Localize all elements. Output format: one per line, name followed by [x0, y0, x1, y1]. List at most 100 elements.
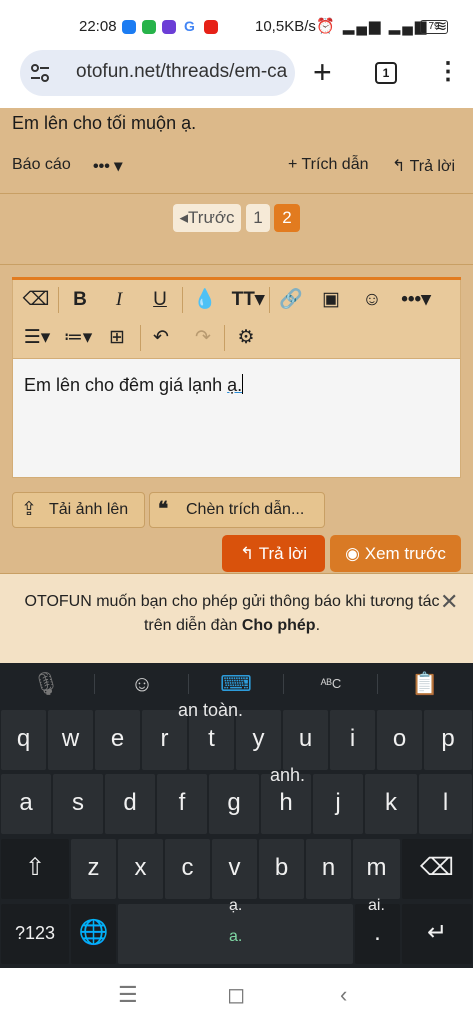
- undo-icon[interactable]: ↶: [148, 325, 174, 351]
- messenger-icon: [122, 20, 136, 34]
- tab-switcher-button[interactable]: 1: [375, 62, 397, 84]
- eraser-icon[interactable]: ⌫: [22, 287, 50, 313]
- key-d[interactable]: d: [105, 774, 155, 834]
- key-f[interactable]: f: [157, 774, 207, 834]
- recent-apps-icon[interactable]: ☰: [118, 982, 138, 1008]
- key-n[interactable]: n: [306, 839, 351, 899]
- allow-notifications-link[interactable]: Cho phép: [242, 617, 316, 634]
- shift-icon: ⇧: [24, 854, 46, 881]
- text-color-icon[interactable]: 💧: [192, 287, 218, 313]
- key-s[interactable]: s: [53, 774, 103, 834]
- youtube-icon: [204, 20, 218, 34]
- shift-key[interactable]: ⇧: [1, 839, 69, 899]
- quote-link[interactable]: + Trích dẫn: [288, 156, 369, 174]
- address-bar[interactable]: otofun.net/threads/em-ca: [20, 50, 295, 96]
- suggestion-popup[interactable]: anh.: [270, 765, 305, 786]
- upload-image-label: Tải ảnh lên: [49, 501, 129, 518]
- font-size-icon[interactable]: TT▾: [230, 287, 266, 313]
- network-speed: 10,5KB/s: [255, 18, 316, 35]
- battery-icon: 79: [420, 20, 448, 34]
- key-v[interactable]: v: [212, 839, 257, 899]
- keyboard-separator: [283, 674, 284, 694]
- pagination-page-2[interactable]: 2: [274, 204, 300, 232]
- back-icon[interactable]: ‹: [340, 982, 347, 1008]
- more-actions-button[interactable]: ••• ▾: [93, 156, 122, 176]
- insert-quote-button[interactable]: ❝ Chèn trích dẫn...: [149, 492, 325, 528]
- reply-submit-label: Trả lời: [258, 544, 307, 563]
- report-link[interactable]: Báo cáo: [12, 156, 71, 174]
- section-divider: [0, 264, 473, 265]
- pagination-prev[interactable]: ◂Trước: [173, 204, 241, 232]
- key-b[interactable]: b: [259, 839, 304, 899]
- key-i[interactable]: i: [330, 710, 375, 770]
- quote-icon: ❝: [158, 499, 169, 520]
- keyboard-separator: [94, 674, 95, 694]
- reply-submit-button[interactable]: ↰ Trả lời: [222, 535, 325, 572]
- new-tab-button[interactable]: +: [313, 56, 332, 88]
- pagination-prev-label: Trước: [188, 208, 235, 227]
- globe-icon[interactable]: 🌐: [71, 904, 116, 964]
- more-options-icon[interactable]: •••▾: [398, 287, 434, 313]
- emoji-keyboard-icon[interactable]: ☺: [122, 666, 162, 702]
- keyboard-separator: [377, 674, 378, 694]
- key-z[interactable]: z: [71, 839, 116, 899]
- enter-key[interactable]: ↵: [402, 904, 472, 964]
- home-icon[interactable]: ◻: [227, 982, 245, 1008]
- preview-button[interactable]: ◉ Xem trước: [330, 535, 461, 572]
- key-l[interactable]: l: [419, 774, 472, 834]
- pagination-page-1[interactable]: 1: [246, 204, 270, 232]
- key-m[interactable]: m: [353, 839, 400, 899]
- align-icon[interactable]: ☰▾: [19, 325, 55, 351]
- key-p[interactable]: p: [424, 710, 472, 770]
- notification-message: OTOFUN muốn bạn cho phép gửi thông báo k…: [24, 593, 440, 634]
- key-x[interactable]: x: [118, 839, 163, 899]
- spellcheck-icon[interactable]: ᴬᴮC: [311, 666, 351, 702]
- suggestion-popup[interactable]: an toàn.: [178, 700, 243, 721]
- key-w[interactable]: w: [48, 710, 93, 770]
- list-icon[interactable]: ≔▾: [60, 325, 96, 351]
- key-u[interactable]: u: [283, 710, 328, 770]
- close-icon[interactable]: ✕: [440, 589, 458, 615]
- key-o[interactable]: o: [377, 710, 422, 770]
- emoji-icon[interactable]: ☺: [358, 287, 386, 313]
- settings-gear-icon[interactable]: ⚙: [233, 325, 259, 351]
- redo-icon[interactable]: ↷: [190, 325, 216, 351]
- mic-off-icon[interactable]: 🎙: [26, 666, 66, 702]
- notification-text: OTOFUN muốn bạn cho phép gửi thông báo k…: [22, 590, 442, 638]
- key-k[interactable]: k: [365, 774, 417, 834]
- image-icon[interactable]: ▣: [318, 287, 344, 313]
- enter-icon: ↵: [426, 919, 448, 946]
- key-e[interactable]: e: [95, 710, 140, 770]
- keyboard-layout-icon[interactable]: ⌨: [216, 666, 256, 702]
- browser-menu-button[interactable]: ⋮: [436, 58, 460, 86]
- reply-link-label: Trả lời: [409, 158, 456, 175]
- editor-text-plain: Em lên cho đêm giá lạnh: [24, 375, 228, 395]
- upload-icon: ⇪: [21, 499, 37, 520]
- url-text[interactable]: otofun.net/threads/em-ca: [76, 61, 289, 83]
- notification-suffix: .: [315, 617, 321, 634]
- key-g[interactable]: g: [209, 774, 259, 834]
- key-hint: ạ.: [229, 897, 243, 914]
- toolbar-separator: [224, 325, 225, 351]
- underline-icon[interactable]: U: [147, 287, 173, 313]
- upload-image-button[interactable]: ⇪ Tải ảnh lên: [12, 492, 145, 528]
- table-icon[interactable]: ⊞: [104, 325, 130, 351]
- editor-content[interactable]: Em lên cho đêm giá lạnh ạ.: [24, 374, 244, 396]
- key-a[interactable]: a: [1, 774, 51, 834]
- italic-icon[interactable]: I: [106, 287, 132, 313]
- eye-icon: ◉: [345, 544, 360, 563]
- key-c[interactable]: c: [165, 839, 210, 899]
- bold-icon[interactable]: B: [67, 287, 93, 313]
- site-settings-icon[interactable]: [30, 64, 50, 82]
- clipboard-icon[interactable]: 📋: [405, 666, 445, 702]
- reply-link[interactable]: ↰ Trả lời: [392, 156, 455, 176]
- link-icon[interactable]: 🔗: [278, 287, 304, 313]
- key-q[interactable]: q: [1, 710, 46, 770]
- key-j[interactable]: j: [313, 774, 363, 834]
- reply-arrow-icon: ↰: [240, 544, 255, 563]
- numeric-key[interactable]: ?123: [1, 904, 69, 964]
- toolbar-separator: [58, 287, 59, 313]
- editor-text-underlined: ạ.: [227, 375, 243, 395]
- backspace-key[interactable]: ⌫: [402, 839, 472, 899]
- backspace-icon: ⌫: [420, 854, 454, 881]
